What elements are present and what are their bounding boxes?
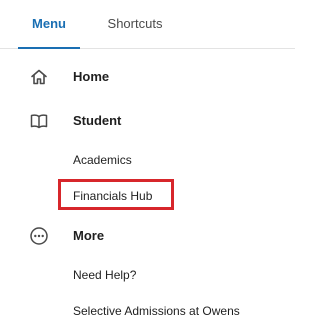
nav-item-home[interactable]: Home xyxy=(0,63,295,91)
nav-item-more-label: More xyxy=(73,228,105,243)
home-icon xyxy=(29,67,49,87)
book-icon xyxy=(29,111,49,131)
tab-bar: Menu Shortcuts xyxy=(0,0,295,49)
nav-subitem-need-help[interactable]: Need Help? xyxy=(73,263,136,287)
nav-item-more[interactable]: More xyxy=(0,222,295,250)
navigation-panel: Menu Shortcuts Home Student Academics Fi… xyxy=(0,0,295,336)
nav-item-student[interactable]: Student xyxy=(0,107,295,135)
nav-subitem-academics[interactable]: Academics xyxy=(73,148,132,172)
tab-menu[interactable]: Menu xyxy=(18,0,80,49)
highlight-annotation xyxy=(58,179,174,210)
more-horizontal-icon xyxy=(29,226,49,246)
active-tab-indicator xyxy=(18,47,80,49)
tab-shortcuts[interactable]: Shortcuts xyxy=(100,0,170,48)
nav-item-home-label: Home xyxy=(73,69,110,84)
nav-item-student-label: Student xyxy=(73,113,122,128)
tab-menu-label: Menu xyxy=(32,16,66,31)
nav-subitem-selective-admissions[interactable]: Selective Admissions at Owens xyxy=(73,299,240,323)
tab-shortcuts-label: Shortcuts xyxy=(107,16,163,31)
